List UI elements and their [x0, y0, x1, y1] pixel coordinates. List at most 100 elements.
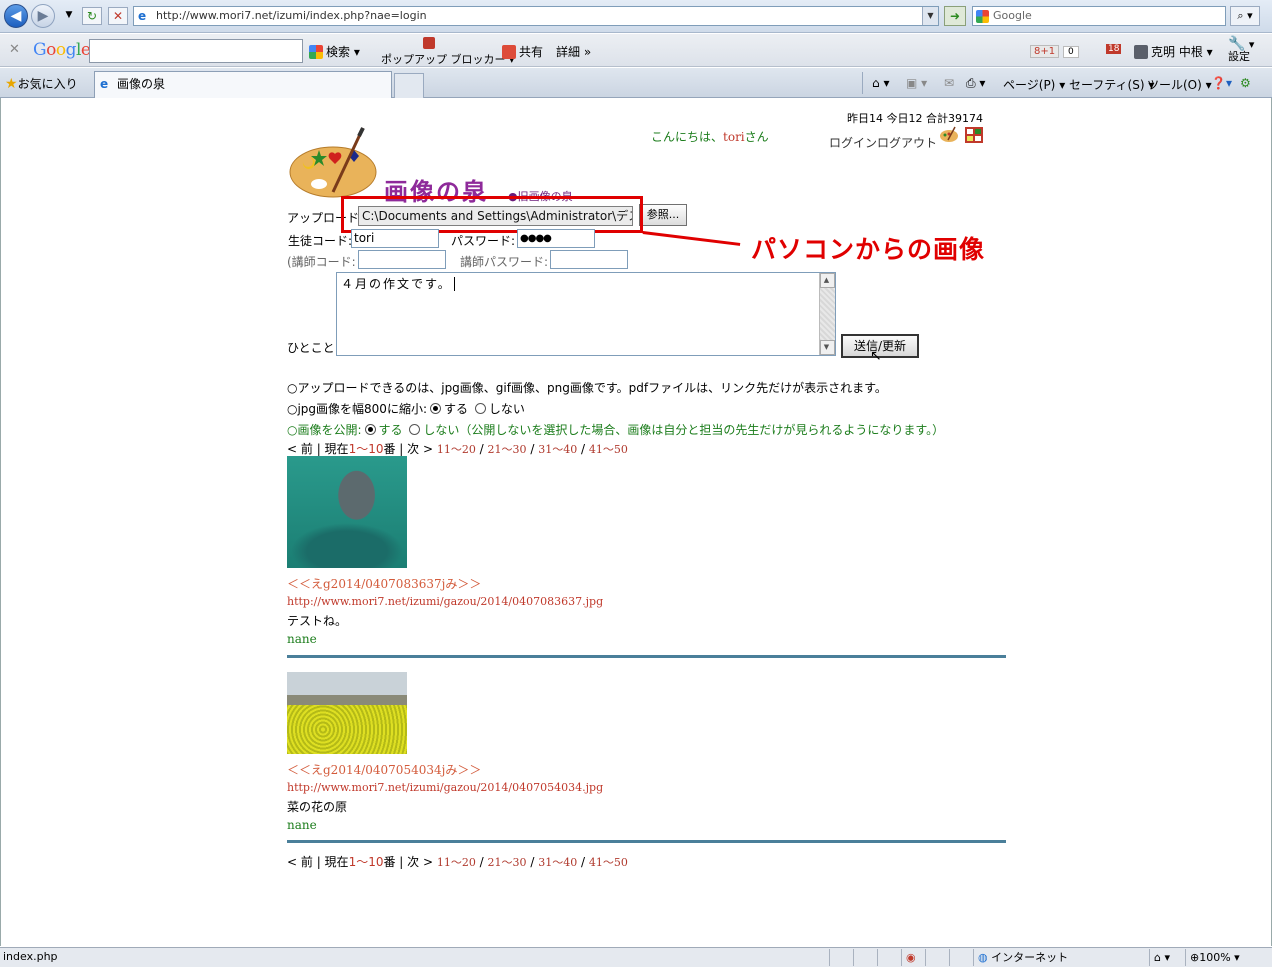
greeting-name: tori [723, 130, 745, 144]
pager-page-link[interactable]: 21〜30 [488, 443, 527, 456]
pager-page-link[interactable]: 31〜40 [538, 856, 577, 869]
mail-button[interactable]: ✉ [944, 76, 954, 90]
scroll-down-icon[interactable]: ▼ [820, 340, 835, 355]
help-icon: ❓ [1211, 76, 1226, 90]
home-button[interactable]: ⌂ ▾ [872, 76, 889, 90]
shrink-no-radio[interactable] [474, 403, 486, 414]
greeting-prefix: こんにちは、 [651, 130, 724, 144]
post-title-link[interactable]: ＜＜えg2014/0407083637jみ＞＞ [287, 575, 481, 592]
mail-icon: ✉ [944, 76, 955, 90]
toolbar-divider [862, 72, 863, 94]
pager-top: < 前 | 現在1〜10番 | 次 > 11〜20 / 21〜30 / 31〜4… [287, 442, 628, 456]
teacher-password-input[interactable] [550, 250, 628, 269]
details-label: 詳細 [556, 45, 581, 59]
pager-page-link[interactable]: 41〜50 [589, 856, 628, 869]
pager-page-link[interactable]: 11〜20 [437, 443, 476, 456]
post-user: nane [287, 818, 317, 832]
comment-label: ひとこと: [287, 341, 339, 355]
page-menu[interactable]: ページ(P) ▾ [1003, 76, 1065, 93]
search-button[interactable]: ⌕ ▾ [1230, 6, 1260, 26]
tools-menu[interactable]: ツール(O) ▾ [1147, 76, 1212, 93]
go-button[interactable]: ➜ [944, 6, 966, 26]
privacy-icon[interactable]: ◉ [901, 949, 925, 966]
forward-icon[interactable]: ▶ [31, 4, 55, 28]
teacher-code-input[interactable] [358, 250, 446, 269]
logout-link[interactable]: ログアウト [877, 136, 937, 150]
google-toolbar-search-input[interactable] [89, 39, 303, 63]
address-bar[interactable]: e http://www.mori7.net/izumi/index.php?n… [133, 6, 939, 26]
pager-next[interactable]: 次 > [407, 855, 433, 869]
printer-icon: ⎙ [966, 76, 976, 90]
zoom-button[interactable]: ⊕100% ▾ [1185, 949, 1265, 966]
post-message: 菜の花の原 [287, 800, 348, 814]
publish-option: ○画像を公開: する しない（公開しないを選択した場合、画像は自分と担当の先生だけ… [287, 421, 944, 438]
tab-current[interactable]: e 画像の泉 [94, 71, 392, 98]
pager-current-prefix: 現在 [324, 442, 349, 456]
password-label: パスワード: [451, 234, 516, 248]
password-input[interactable]: ●●●● [517, 229, 595, 248]
publish-yes-radio[interactable] [364, 424, 376, 435]
share-button[interactable]: 共有 [502, 43, 543, 60]
status-cell [949, 949, 973, 966]
google-toolbar: ✕ Google 検索 ▾ ポップアップ ブロッカー ▾ 共有 詳細 » 8+1… [0, 34, 1272, 67]
details-button[interactable]: 詳細 » [556, 43, 591, 60]
google-search-label: 検索 [326, 45, 351, 59]
safety-menu[interactable]: セーフティ(S) ▾ [1069, 76, 1154, 93]
browser-search-input[interactable]: Google [972, 6, 1226, 26]
browser-nav-bar: ◀ ▶ ▼ ↻ ✕ e http://www.mori7.net/izumi/i… [0, 0, 1272, 33]
page-viewport: 昨日14 今日12 合計39174 こんにちは、toriさん ログインログアウト… [0, 98, 1272, 946]
login-link[interactable]: ログイン [829, 136, 877, 150]
pager-page-link[interactable]: 41〜50 [589, 443, 628, 456]
history-dropdown-icon[interactable]: ▼ [59, 7, 79, 25]
post-thumbnail-dolphin[interactable] [287, 456, 407, 568]
google-icon [976, 10, 989, 23]
new-tab-button[interactable] [394, 73, 424, 98]
notifications-button[interactable]: 18 [1106, 40, 1122, 54]
pager-page-link[interactable]: 31〜40 [538, 443, 577, 456]
feeds-button[interactable]: ▣ ▾ [906, 76, 927, 90]
security-zone[interactable]: ◍ インターネット [973, 949, 1149, 966]
status-cell [829, 949, 853, 966]
pager-page-link[interactable]: 21〜30 [488, 856, 527, 869]
pager-prev[interactable]: < 前 [287, 442, 313, 456]
shrink-yes-radio[interactable] [430, 403, 441, 414]
student-code-input[interactable]: tori [351, 229, 439, 248]
post-image-url[interactable]: http://www.mori7.net/izumi/gazou/2014/04… [287, 781, 603, 794]
palette-mini-icon[interactable] [939, 126, 959, 144]
annotation-arrow-line [642, 231, 741, 246]
help-button[interactable]: ❓▾ [1211, 76, 1232, 90]
publish-no-label: しない（公開しないを選択した場合、画像は自分と担当の先生だけが見られるようになり… [423, 423, 945, 437]
popup-blocker-button[interactable]: ポップアップ ブロッカー ▾ [381, 37, 515, 67]
back-icon[interactable]: ◀ [4, 4, 28, 28]
address-dropdown-icon[interactable]: ▼ [922, 7, 938, 25]
comment-textarea[interactable]: ４月の作文です。 ▲ ▼ [336, 272, 836, 356]
research-button[interactable]: ⚙ [1240, 76, 1251, 90]
scroll-up-icon[interactable]: ▲ [820, 273, 835, 288]
browse-button[interactable]: 参照... [639, 204, 687, 226]
google-plus-share-icon [502, 45, 516, 59]
pager-next[interactable]: 次 > [407, 442, 433, 456]
plus-one-button[interactable]: 8+1 0 [1030, 43, 1079, 58]
textarea-scrollbar[interactable]: ▲ ▼ [819, 273, 835, 355]
pager-page-link[interactable]: 11〜20 [437, 856, 476, 869]
post-image-url[interactable]: http://www.mori7.net/izumi/gazou/2014/04… [287, 595, 603, 608]
protected-mode-button[interactable]: ⌂ ▾ [1149, 949, 1185, 966]
stop-icon[interactable]: ✕ [108, 7, 128, 25]
refresh-icon[interactable]: ↻ [82, 7, 102, 25]
publish-no-radio[interactable] [409, 424, 421, 435]
settings-button[interactable]: 🔧 ▾ 設定 [1228, 37, 1254, 63]
close-toolbar-icon[interactable]: ✕ [9, 42, 20, 57]
tab-bar: ★お気に入り e 画像の泉 ⌂ ▾ ▣ ▾ ✉ ⎙ ▾ ページ(P) ▾ セーフ… [0, 68, 1272, 98]
favorites-button[interactable]: ★お気に入り [5, 75, 78, 92]
google-logo: Google [33, 40, 91, 60]
google-search-button[interactable]: 検索 ▾ [309, 43, 360, 60]
account-button[interactable]: 克明 中根 ▾ [1134, 43, 1213, 60]
grid-mini-icon[interactable] [964, 126, 984, 144]
print-button[interactable]: ⎙ ▾ [966, 76, 985, 91]
pager-prev[interactable]: < 前 [287, 855, 313, 869]
share-label: 共有 [519, 45, 544, 59]
post-title-link[interactable]: ＜＜えg2014/0407054034jみ＞＞ [287, 761, 481, 778]
format-note: ○アップロードできるのは、jpg画像、gif画像、png画像です。pdfファイル… [287, 381, 887, 395]
favorites-label: お気に入り [17, 77, 78, 91]
post-thumbnail-rapeseed-field[interactable] [287, 672, 407, 754]
